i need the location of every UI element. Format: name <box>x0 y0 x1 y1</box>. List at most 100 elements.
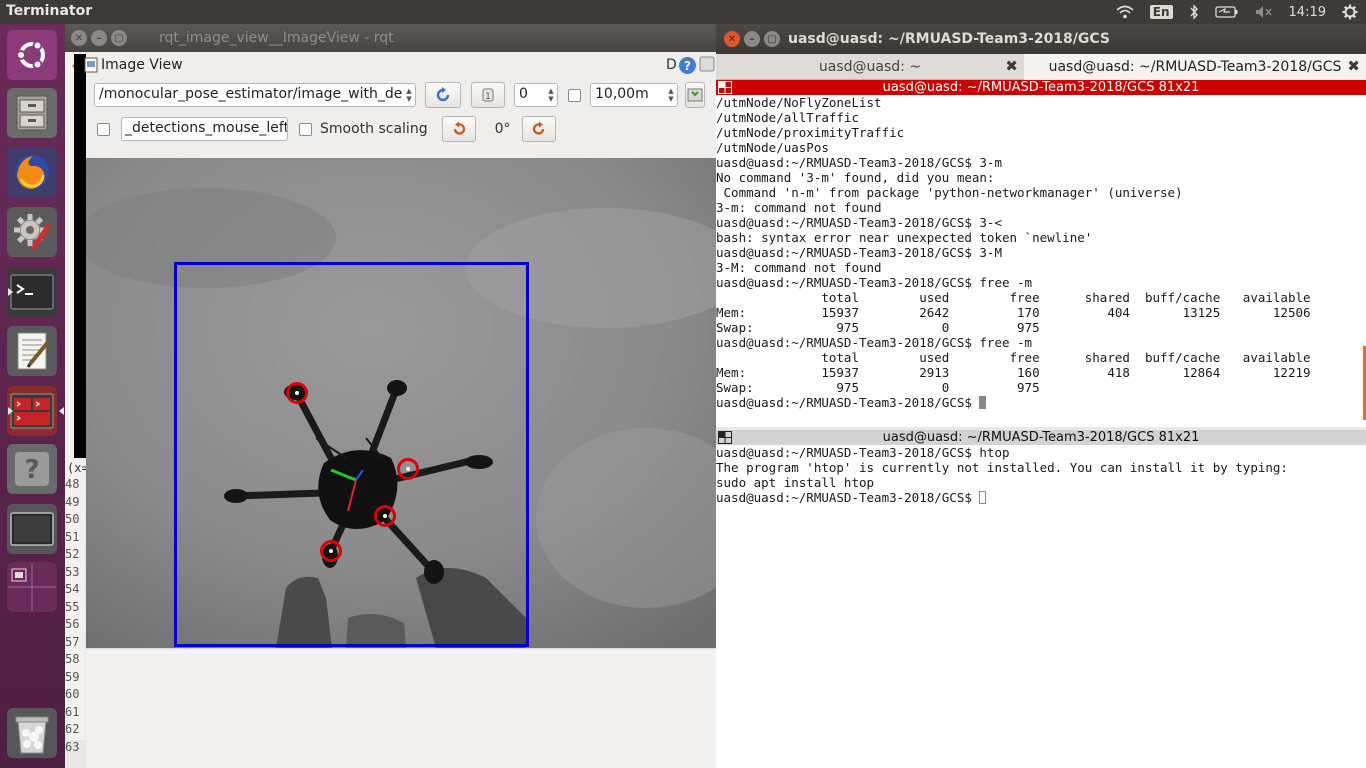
terminal-line: Mem: 15937 2913 160 418 12864 12219 <box>716 365 1311 380</box>
line-number: 58 <box>65 652 80 666</box>
firefox-launcher[interactable] <box>7 147 57 197</box>
spin-box[interactable]: 0 ▲ ▼ <box>514 83 558 107</box>
smooth-scaling-checkbox[interactable] <box>299 122 312 136</box>
dock-toggle-button[interactable]: D <box>666 57 677 73</box>
rotation-label: 0° <box>494 121 511 137</box>
text-editor-launcher[interactable] <box>7 326 57 376</box>
gear-icon[interactable] <box>1342 4 1358 20</box>
terminal-launcher[interactable] <box>7 267 57 317</box>
rqt-window: ✕ – ▢ rqt_image_view__ImageView - rqt (x… <box>65 24 716 768</box>
workspace-launcher[interactable] <box>7 504 57 554</box>
terminal-line: 3-M: command not found <box>716 260 882 275</box>
max-range-spinbox[interactable]: 10,00m ▲ ▼ <box>590 83 678 107</box>
window-title: uasd@uasd: ~/RMUASD-Team3-2018/GCS <box>788 31 1111 47</box>
unity-launcher: ? <box>0 24 65 768</box>
clock[interactable]: 14:19 <box>1289 5 1326 20</box>
trash-launcher[interactable] <box>7 708 57 758</box>
terminator-icon <box>10 393 54 429</box>
mouse-topic-field[interactable]: _detections_mouse_left <box>121 117 288 141</box>
plugin-icon <box>84 57 98 73</box>
help-launcher[interactable]: ? <box>7 444 57 494</box>
line-number: 56 <box>65 617 80 631</box>
side-panel <box>74 54 86 458</box>
tab-gcs[interactable]: uasd@uasd: ~/RMUASD-Team3-2018/GCS ✖ <box>1024 54 1366 80</box>
zoom-1-button[interactable]: 1 <box>471 82 505 108</box>
window-title: rqt_image_view__ImageView - rqt <box>159 30 394 46</box>
rqt-titlebar[interactable]: ✕ – ▢ rqt_image_view__ImageView - rqt <box>65 24 716 52</box>
close-plugin-icon[interactable] <box>698 55 716 73</box>
spinner-arrows-icon[interactable]: ▲ ▼ <box>545 84 557 106</box>
terminal-prompt: uasd@uasd:~/RMUASD-Team3-2018/GCS$ <box>716 490 980 505</box>
line-number: 61 <box>65 704 80 719</box>
pane-titlebar: uasd@uasd: ~/RMUASD-Team3-2018/GCS 81x21 <box>716 80 1366 95</box>
enable-checkbox[interactable] <box>568 88 581 102</box>
terminal-line: uasd@uasd:~/RMUASD-Team3-2018/GCS$ htop <box>716 445 1010 460</box>
terminal-line: Swap: 975 0 975 <box>716 320 1040 335</box>
minimize-button[interactable]: – <box>744 31 760 47</box>
terminal-line: uasd@uasd:~/RMUASD-Team3-2018/GCS$ 3-< <box>716 215 1002 230</box>
zoom-original-icon: 1 <box>482 88 494 102</box>
terminal-line: /utmNode/uasPos <box>716 140 829 155</box>
rotate-right-button[interactable] <box>521 116 556 142</box>
line-number: 55 <box>65 599 80 614</box>
grid-icon <box>718 81 732 94</box>
close-tab-icon[interactable]: ✖ <box>1347 57 1360 75</box>
terminal-output: uasd@uasd:~/RMUASD-Team3-2018/GCS$ htop … <box>716 445 1366 505</box>
terminal-pane-top[interactable]: uasd@uasd: ~/RMUASD-Team3-2018/GCS 81x21… <box>716 80 1366 427</box>
max-range-value: 10,00m <box>595 86 649 102</box>
pane-title: uasd@uasd: ~/RMUASD-Team3-2018/GCS 81x21 <box>882 80 1200 95</box>
line-number: 62 <box>65 722 80 736</box>
refresh-button[interactable] <box>425 82 461 108</box>
drone-camera-image <box>86 158 716 648</box>
line-number: 51 <box>65 529 80 544</box>
svg-text:?: ? <box>24 455 39 485</box>
close-button[interactable]: ✕ <box>724 31 740 47</box>
bluetooth-icon[interactable] <box>1189 4 1199 20</box>
terminal-pane-bottom[interactable]: uasd@uasd: ~/RMUASD-Team3-2018/GCS 81x21… <box>716 430 1366 768</box>
rotate-left-button[interactable] <box>441 116 476 142</box>
publish-click-checkbox[interactable] <box>97 122 110 136</box>
keyboard-layout-indicator[interactable]: En <box>1149 5 1173 19</box>
volume-muted-icon[interactable] <box>1255 5 1273 19</box>
maximize-button[interactable]: ▢ <box>111 30 127 46</box>
pane-title: uasd@uasd: ~/RMUASD-Team3-2018/GCS 81x21 <box>882 430 1200 445</box>
terminator-titlebar[interactable]: ✕ – ▢ uasd@uasd: ~/RMUASD-Team3-2018/GCS <box>716 24 1366 54</box>
ubuntu-logo-icon <box>16 40 45 70</box>
wifi-icon[interactable] <box>1116 5 1134 19</box>
tab-label: uasd@uasd: ~ <box>818 59 922 75</box>
terminal-line: /utmNode/NoFlyZoneList <box>716 95 882 110</box>
terminal-line: total used free shared buff/cache availa… <box>716 350 1311 365</box>
close-button[interactable]: ✕ <box>71 30 87 46</box>
trash-icon <box>15 716 49 754</box>
workspace-switcher-icon <box>8 563 56 611</box>
save-image-button[interactable] <box>685 82 705 108</box>
tab-label: uasd@uasd: ~/RMUASD-Team3-2018/GCS <box>1048 59 1342 75</box>
maximize-button[interactable]: ▢ <box>764 31 780 47</box>
line-number: 52 <box>65 547 80 561</box>
camera-image[interactable] <box>86 158 716 648</box>
image-area-background <box>86 648 716 768</box>
workspace-switcher-launcher[interactable] <box>7 562 57 612</box>
terminal-line: sudo apt install htop <box>716 475 875 490</box>
terminal-line: /utmNode/proximityTraffic <box>716 125 905 140</box>
minimize-button[interactable]: – <box>91 30 107 46</box>
ubuntu-logo-button[interactable] <box>7 30 57 80</box>
system-settings-launcher[interactable] <box>7 207 57 257</box>
topic-select[interactable]: /monocular_pose_estimator/image_with_de … <box>94 83 416 107</box>
tab-home[interactable]: uasd@uasd: ~ ✖ <box>716 54 1024 80</box>
files-launcher[interactable] <box>7 88 57 138</box>
top-panel: Terminator En 14:19 <box>0 0 1366 24</box>
spinner-arrows-icon[interactable]: ▲ ▼ <box>665 84 677 106</box>
terminal-line: bash: syntax error near unexpected token… <box>716 230 1093 245</box>
terminal-line: The program 'htop' is currently not inst… <box>716 460 1288 475</box>
terminator-launcher[interactable] <box>7 386 64 436</box>
battery-icon[interactable] <box>1214 5 1239 19</box>
help-button[interactable]: ? <box>679 57 696 74</box>
line-number: 59 <box>65 669 80 684</box>
save-icon <box>687 88 703 102</box>
chevron-updown-icon: ▲ ▼ <box>403 84 415 106</box>
plugin-header: Image View D ? <box>84 55 716 78</box>
rotate-right-icon <box>532 121 544 135</box>
terminal-line: No command '3-m' found, did you mean: <box>716 170 995 185</box>
close-tab-icon[interactable]: ✖ <box>1005 57 1018 75</box>
